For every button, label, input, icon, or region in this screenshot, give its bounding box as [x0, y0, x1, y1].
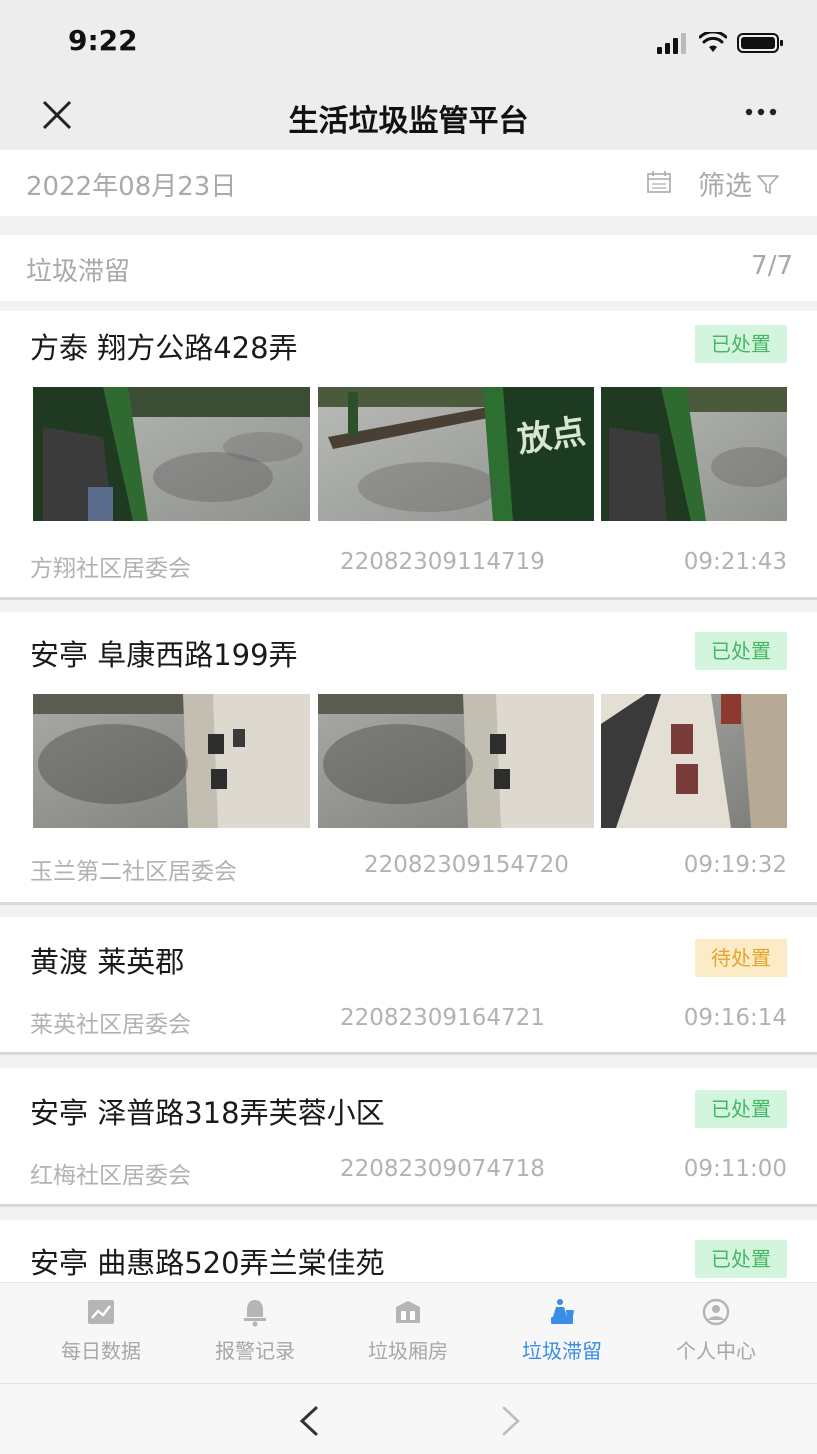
record-title: 方泰 翔方公路428弄	[30, 331, 298, 365]
date-picker[interactable]: 2022年08月23日	[26, 166, 236, 203]
chart-icon	[88, 1300, 114, 1324]
tab-personal-center[interactable]: 个人中心	[639, 1297, 793, 1364]
record-photo[interactable]	[318, 694, 594, 828]
record-id: 22082309114719	[340, 549, 545, 575]
calendar-icon[interactable]	[646, 170, 672, 194]
status-badge: 待处置	[695, 939, 787, 977]
back-arrow-icon[interactable]	[296, 1404, 324, 1438]
wifi-icon	[699, 32, 727, 52]
record-id: 22082309164721	[340, 1005, 545, 1031]
record-time: 09:11:00	[683, 1156, 787, 1182]
record-photo[interactable]	[33, 387, 310, 521]
tab-garbage-retention[interactable]: 垃圾滞留	[485, 1297, 639, 1364]
browser-toolbar	[0, 1383, 817, 1454]
status-badge: 已处置	[695, 632, 787, 670]
tab-garbage-room[interactable]: 垃圾厢房	[331, 1297, 485, 1364]
section-header: 垃圾滞留 7/7	[0, 235, 817, 301]
record-id: 22082309074718	[340, 1156, 545, 1182]
tab-bar: 每日数据 报警记录 垃圾厢房 垃圾滞留 个人中心	[0, 1282, 817, 1383]
status-badge: 已处置	[695, 325, 787, 363]
status-badge: 已处置	[695, 1240, 787, 1278]
status-bar: 9:22	[0, 0, 817, 84]
nav-bar: 生活垃圾监管平台	[0, 84, 817, 150]
record-photo[interactable]	[601, 694, 787, 828]
filter-button[interactable]: 筛选	[698, 164, 780, 203]
record-time: 09:16:14	[683, 1005, 787, 1031]
tab-alarm-records[interactable]: 报警记录	[178, 1297, 332, 1364]
garbage-retention-icon	[551, 1299, 574, 1324]
more-icon[interactable]	[741, 98, 781, 138]
page-title: 生活垃圾监管平台	[288, 104, 529, 139]
battery-icon	[737, 33, 783, 53]
status-time: 9:22	[68, 24, 138, 57]
forward-arrow-icon[interactable]	[496, 1404, 524, 1438]
tab-label: 个人中心	[676, 1339, 756, 1363]
trash-room-icon	[396, 1301, 420, 1323]
record-title: 黄渡 莱英郡	[30, 945, 185, 979]
record-time: 09:21:43	[683, 549, 787, 575]
record-photo[interactable]	[33, 694, 310, 828]
filter-icon	[757, 174, 779, 194]
record-card[interactable]: 黄渡 莱英郡 待处置 莱英社区居委会 22082309164721 09:16:…	[0, 917, 817, 1055]
record-card[interactable]: 安亭 泽普路318弄芙蓉小区 已处置 红梅社区居委会 2208230907471…	[0, 1068, 817, 1207]
record-time: 09:19:32	[683, 852, 787, 878]
record-title: 安亭 阜康西路199弄	[30, 638, 298, 672]
record-photo[interactable]	[601, 387, 787, 521]
record-title: 安亭 泽普路318弄芙蓉小区	[30, 1096, 385, 1130]
record-card[interactable]: 安亭 曲惠路520弄兰棠佳苑 已处置	[0, 1220, 817, 1282]
date-bar: 2022年08月23日 筛选	[0, 150, 817, 216]
record-title: 安亭 曲惠路520弄兰棠佳苑	[30, 1246, 385, 1280]
committee-name: 莱英社区居委会	[30, 1012, 191, 1038]
committee-name: 玉兰第二社区居委会	[30, 859, 237, 885]
section-title: 垃圾滞留	[26, 257, 131, 287]
bell-icon	[244, 1300, 266, 1327]
tab-label: 垃圾厢房	[368, 1339, 448, 1363]
signal-icon	[657, 33, 686, 54]
record-card[interactable]: 方泰 翔方公路428弄 已处置 放点 方翔社区居委会 2208230911471…	[0, 311, 817, 600]
record-count: 7/7	[751, 251, 793, 281]
status-badge: 已处置	[695, 1090, 787, 1128]
committee-name: 方翔社区居委会	[30, 556, 191, 582]
tab-label: 报警记录	[215, 1339, 295, 1363]
user-icon	[702, 1298, 730, 1326]
tab-label: 每日数据	[61, 1339, 141, 1363]
tab-daily-data[interactable]: 每日数据	[24, 1297, 178, 1364]
tab-label: 垃圾滞留	[522, 1339, 602, 1363]
committee-name: 红梅社区居委会	[30, 1163, 191, 1189]
record-photo[interactable]: 放点	[318, 387, 594, 521]
filter-label: 筛选	[698, 171, 752, 202]
record-id: 22082309154720	[364, 852, 569, 878]
record-card[interactable]: 安亭 阜康西路199弄 已处置 玉兰第二社区居委会 22082309154720…	[0, 612, 817, 905]
